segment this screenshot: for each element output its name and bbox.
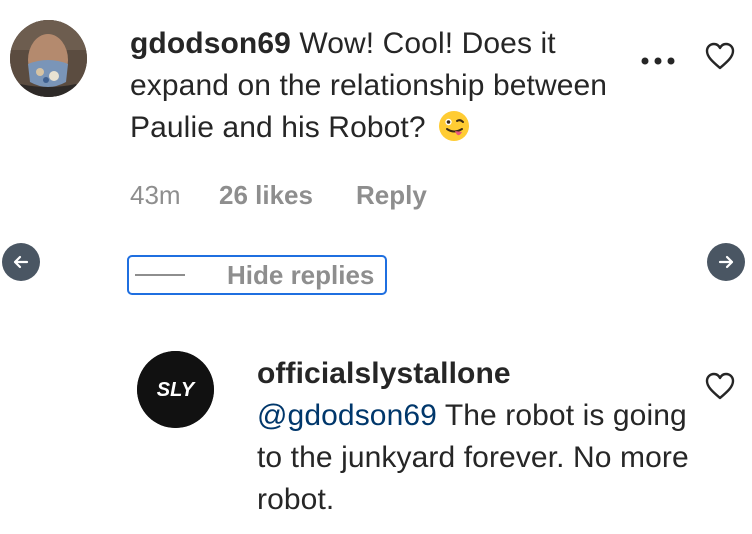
more-horizontal-icon [641, 57, 675, 65]
reply-like-button[interactable] [705, 372, 735, 400]
comment-avatar[interactable] [10, 20, 87, 97]
arrow-left-icon [13, 255, 29, 269]
comment-likes-count[interactable]: 26 likes [219, 180, 313, 211]
comment-timestamp[interactable]: 43m [130, 180, 181, 211]
hide-replies-label: Hide replies [227, 259, 375, 290]
more-options-button[interactable] [639, 54, 677, 66]
hide-replies-button[interactable]: Hide replies [127, 255, 387, 295]
reply-mention-link[interactable]: @gdodson69 [257, 399, 437, 432]
heart-outline-icon [705, 372, 735, 400]
comment-text-block: gdodson69 Wow! Cool! Does it expand on t… [130, 23, 620, 149]
reply-button[interactable]: Reply [356, 180, 427, 211]
next-button[interactable] [707, 243, 745, 281]
winking-face-with-tongue-icon [438, 110, 470, 142]
reply-text-block: officialslystallone @gdodson69 The robot… [257, 353, 697, 521]
comment-username[interactable]: gdodson69 [130, 27, 291, 60]
sly-logo-avatar: SLY [137, 351, 214, 428]
reply-avatar[interactable]: SLY [137, 351, 214, 428]
avatar-photo [10, 20, 87, 97]
previous-button[interactable] [2, 243, 40, 281]
svg-text:SLY: SLY [157, 379, 196, 401]
comment-like-button[interactable] [705, 42, 735, 70]
heart-outline-icon [705, 42, 735, 70]
arrow-right-icon [718, 255, 734, 269]
reply-username[interactable]: officialslystallone [257, 353, 697, 395]
replies-divider-line [135, 274, 185, 276]
